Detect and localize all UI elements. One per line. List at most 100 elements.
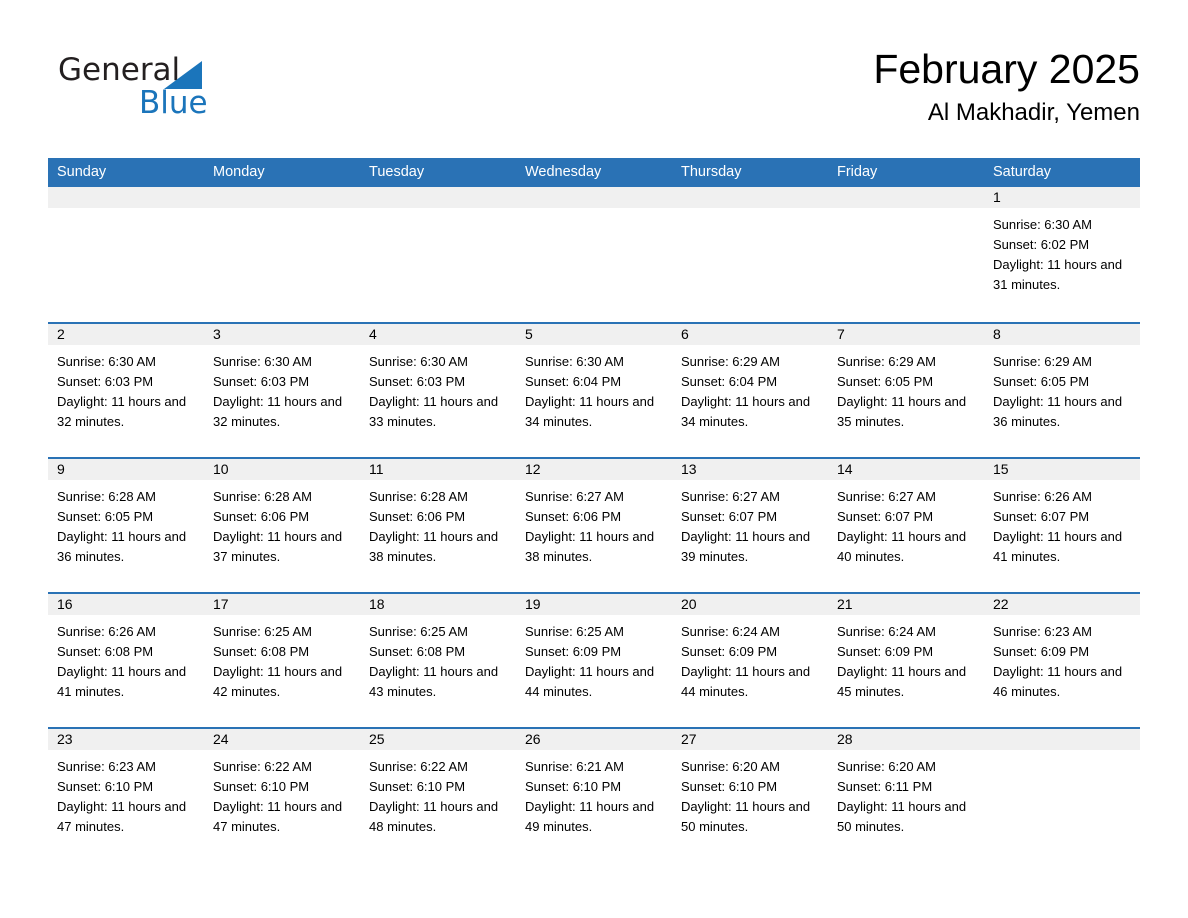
day-cell-16[interactable]: 16 Sunrise: 6:26 AM Sunset: 6:08 PM Dayligh… xyxy=(48,594,204,727)
sunset-text: Sunset: 6:06 PM xyxy=(369,509,466,524)
day-cell-12[interactable]: 12 Sunrise: 6:27 AM Sunset: 6:06 PM Dayligh… xyxy=(516,459,672,592)
sunrise-text: Sunrise: 6:25 AM xyxy=(369,624,468,639)
day-number: 8 xyxy=(984,324,1140,345)
daylight-text: Daylight: 11 hours and 47 minutes. xyxy=(213,799,343,834)
day-number: 13 xyxy=(672,459,828,480)
day-number: 24 xyxy=(204,729,360,750)
day-cell-7[interactable]: 7 Sunrise: 6:29 AM Sunset: 6:05 PM Daylight… xyxy=(828,324,984,457)
day-cell-15[interactable]: 15 Sunrise: 6:26 AM Sunset: 6:07 PM Dayligh… xyxy=(984,459,1140,592)
sunset-text: Sunset: 6:10 PM xyxy=(213,779,310,794)
sunset-text: Sunset: 6:09 PM xyxy=(681,644,778,659)
daylight-text: Daylight: 11 hours and 32 minutes. xyxy=(57,394,187,429)
daylight-text: Daylight: 11 hours and 34 minutes. xyxy=(681,394,811,429)
day-details: Sunrise: 6:29 AM Sunset: 6:04 PM Daylight:… xyxy=(672,345,828,432)
day-details: Sunrise: 6:22 AM Sunset: 6:10 PM Daylight:… xyxy=(204,750,360,837)
day-cell-8[interactable]: 8 Sunrise: 6:29 AM Sunset: 6:05 PM Daylight… xyxy=(984,324,1140,457)
daylight-text: Daylight: 11 hours and 44 minutes. xyxy=(681,664,811,699)
sunset-text: Sunset: 6:07 PM xyxy=(993,509,1090,524)
day-cell-22[interactable]: 22 Sunrise: 6:23 AM Sunset: 6:09 PM Dayligh… xyxy=(984,594,1140,727)
logo-text-general: General xyxy=(58,52,181,88)
day-cell-20[interactable]: 20 Sunrise: 6:24 AM Sunset: 6:09 PM Dayligh… xyxy=(672,594,828,727)
day-details: Sunrise: 6:30 AM Sunset: 6:03 PM Daylight:… xyxy=(360,345,516,432)
day-cell-25[interactable]: 25 Sunrise: 6:22 AM Sunset: 6:10 PM Dayligh… xyxy=(360,729,516,862)
day-details: Sunrise: 6:27 AM Sunset: 6:06 PM Daylight:… xyxy=(516,480,672,567)
day-number: 17 xyxy=(204,594,360,615)
day-cell-3[interactable]: 3 Sunrise: 6:30 AM Sunset: 6:03 PM Daylight… xyxy=(204,324,360,457)
day-number: 11 xyxy=(360,459,516,480)
weekday-header-tuesday: Tuesday xyxy=(369,164,425,180)
day-number xyxy=(516,187,672,208)
day-details: Sunrise: 6:28 AM Sunset: 6:05 PM Daylight:… xyxy=(48,480,204,567)
calendar-week-row: 2 Sunrise: 6:30 AM Sunset: 6:03 PM Daylight… xyxy=(48,322,1140,457)
day-cell-empty xyxy=(516,187,672,322)
day-cell-27[interactable]: 27 Sunrise: 6:20 AM Sunset: 6:10 PM Dayligh… xyxy=(672,729,828,862)
day-number: 9 xyxy=(48,459,204,480)
sunrise-text: Sunrise: 6:30 AM xyxy=(57,354,156,369)
day-cell-23[interactable]: 23 Sunrise: 6:23 AM Sunset: 6:10 PM Dayligh… xyxy=(48,729,204,862)
day-details: Sunrise: 6:25 AM Sunset: 6:09 PM Daylight:… xyxy=(516,615,672,702)
day-number: 25 xyxy=(360,729,516,750)
day-number: 10 xyxy=(204,459,360,480)
calendar-week-row: 23 Sunrise: 6:23 AM Sunset: 6:10 PM Dayligh… xyxy=(48,727,1140,862)
sunrise-text: Sunrise: 6:30 AM xyxy=(993,217,1092,232)
logo-text-blue: Blue xyxy=(139,85,208,121)
daylight-text: Daylight: 11 hours and 46 minutes. xyxy=(993,664,1123,699)
sunrise-text: Sunrise: 6:29 AM xyxy=(993,354,1092,369)
sunset-text: Sunset: 6:09 PM xyxy=(525,644,622,659)
sunrise-text: Sunrise: 6:26 AM xyxy=(57,624,156,639)
day-cell-6[interactable]: 6 Sunrise: 6:29 AM Sunset: 6:04 PM Daylight… xyxy=(672,324,828,457)
sunrise-text: Sunrise: 6:21 AM xyxy=(525,759,624,774)
weekday-header-thursday: Thursday xyxy=(681,164,742,180)
day-number: 21 xyxy=(828,594,984,615)
day-cell-10[interactable]: 10 Sunrise: 6:28 AM Sunset: 6:06 PM Dayligh… xyxy=(204,459,360,592)
general-blue-logo[interactable]: General Blue xyxy=(58,52,258,128)
sunset-text: Sunset: 6:09 PM xyxy=(993,644,1090,659)
day-cell-9[interactable]: 9 Sunrise: 6:28 AM Sunset: 6:05 PM Daylight… xyxy=(48,459,204,592)
day-cell-18[interactable]: 18 Sunrise: 6:25 AM Sunset: 6:08 PM Dayligh… xyxy=(360,594,516,727)
day-details: Sunrise: 6:26 AM Sunset: 6:07 PM Daylight:… xyxy=(984,480,1140,567)
day-number: 14 xyxy=(828,459,984,480)
day-details: Sunrise: 6:30 AM Sunset: 6:03 PM Daylight:… xyxy=(48,345,204,432)
day-cell-4[interactable]: 4 Sunrise: 6:30 AM Sunset: 6:03 PM Daylight… xyxy=(360,324,516,457)
day-cell-21[interactable]: 21 Sunrise: 6:24 AM Sunset: 6:09 PM Dayligh… xyxy=(828,594,984,727)
weekday-header-row: Sunday Monday Tuesday Wednesday Thursday Frid… xyxy=(48,158,1140,187)
day-cell-19[interactable]: 19 Sunrise: 6:25 AM Sunset: 6:09 PM Dayligh… xyxy=(516,594,672,727)
day-cell-5[interactable]: 5 Sunrise: 6:30 AM Sunset: 6:04 PM Daylight… xyxy=(516,324,672,457)
sunset-text: Sunset: 6:10 PM xyxy=(525,779,622,794)
sunset-text: Sunset: 6:02 PM xyxy=(993,237,1090,252)
sunset-text: Sunset: 6:04 PM xyxy=(525,374,622,389)
sunset-text: Sunset: 6:03 PM xyxy=(57,374,154,389)
day-details: Sunrise: 6:27 AM Sunset: 6:07 PM Daylight:… xyxy=(828,480,984,567)
day-cell-empty xyxy=(360,187,516,322)
day-number: 28 xyxy=(828,729,984,750)
day-cell-empty xyxy=(672,187,828,322)
sunrise-text: Sunrise: 6:30 AM xyxy=(213,354,312,369)
day-cell-14[interactable]: 14 Sunrise: 6:27 AM Sunset: 6:07 PM Dayligh… xyxy=(828,459,984,592)
day-details: Sunrise: 6:29 AM Sunset: 6:05 PM Daylight:… xyxy=(984,345,1140,432)
day-cell-11[interactable]: 11 Sunrise: 6:28 AM Sunset: 6:06 PM Dayligh… xyxy=(360,459,516,592)
day-cell-empty xyxy=(48,187,204,322)
day-cell-17[interactable]: 17 Sunrise: 6:25 AM Sunset: 6:08 PM Dayligh… xyxy=(204,594,360,727)
sunset-text: Sunset: 6:10 PM xyxy=(681,779,778,794)
sunrise-text: Sunrise: 6:23 AM xyxy=(993,624,1092,639)
day-number: 5 xyxy=(516,324,672,345)
day-cell-2[interactable]: 2 Sunrise: 6:30 AM Sunset: 6:03 PM Daylight… xyxy=(48,324,204,457)
day-cell-26[interactable]: 26 Sunrise: 6:21 AM Sunset: 6:10 PM Dayligh… xyxy=(516,729,672,862)
daylight-text: Daylight: 11 hours and 39 minutes. xyxy=(681,529,811,564)
sunrise-text: Sunrise: 6:29 AM xyxy=(681,354,780,369)
day-cell-13[interactable]: 13 Sunrise: 6:27 AM Sunset: 6:07 PM Dayligh… xyxy=(672,459,828,592)
day-number: 23 xyxy=(48,729,204,750)
masthead: General Blue February 2025 Al Makhadir, … xyxy=(48,44,1140,148)
day-cell-24[interactable]: 24 Sunrise: 6:22 AM Sunset: 6:10 PM Dayligh… xyxy=(204,729,360,862)
daylight-text: Daylight: 11 hours and 41 minutes. xyxy=(57,664,187,699)
day-cell-28[interactable]: 28 Sunrise: 6:20 AM Sunset: 6:11 PM Dayligh… xyxy=(828,729,984,862)
sunset-text: Sunset: 6:05 PM xyxy=(837,374,934,389)
day-details: Sunrise: 6:24 AM Sunset: 6:09 PM Daylight:… xyxy=(828,615,984,702)
day-number: 15 xyxy=(984,459,1140,480)
sunrise-text: Sunrise: 6:30 AM xyxy=(525,354,624,369)
weekday-header-friday: Friday xyxy=(837,164,878,180)
day-details: Sunrise: 6:25 AM Sunset: 6:08 PM Daylight:… xyxy=(204,615,360,702)
day-details: Sunrise: 6:30 AM Sunset: 6:04 PM Daylight:… xyxy=(516,345,672,432)
day-cell-1[interactable]: 1 Sunrise: 6:30 AM Sunset: 6:02 PM Daylight… xyxy=(984,187,1140,322)
day-number: 12 xyxy=(516,459,672,480)
